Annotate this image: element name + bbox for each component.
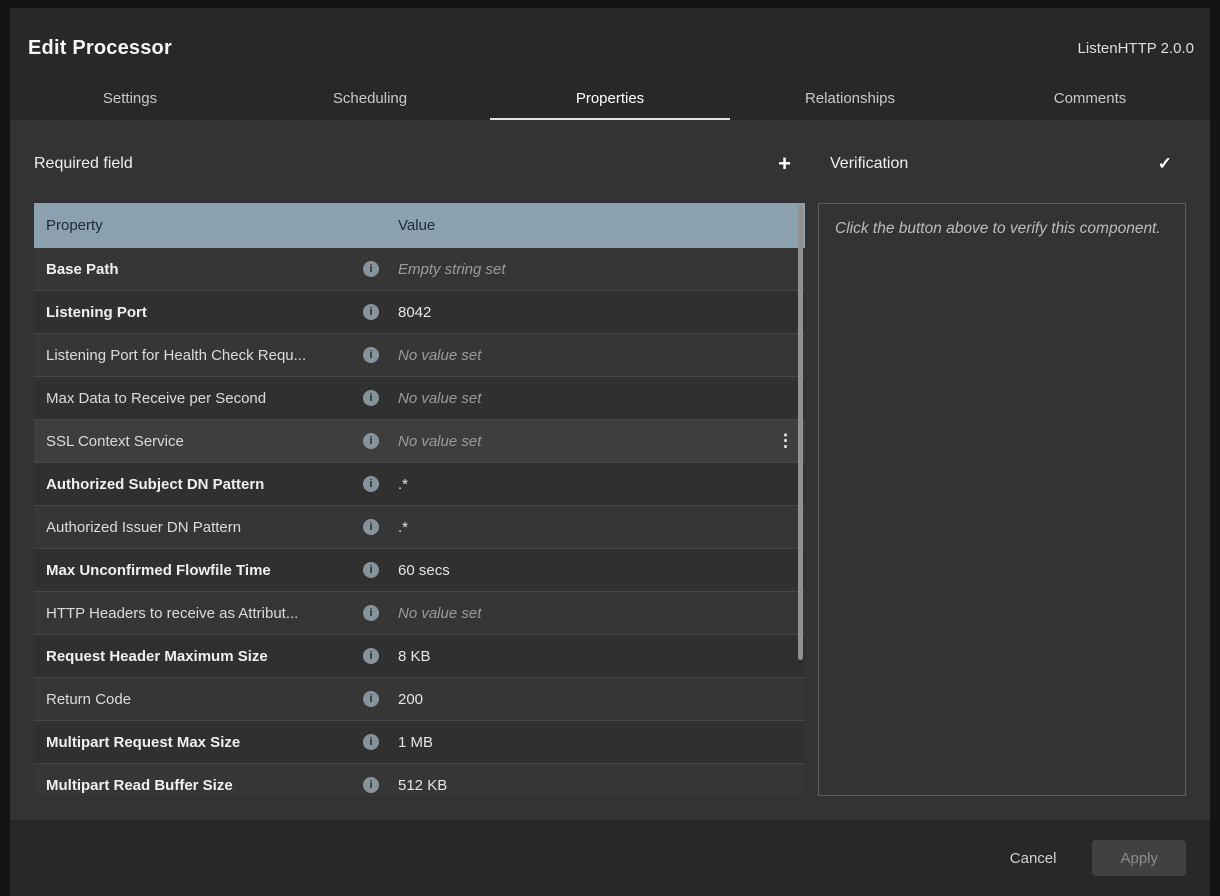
property-row[interactable]: Max Data to Receive per Secondi No value …: [34, 377, 805, 420]
property-row[interactable]: Request Header Maximum Sizei 8 KB: [34, 635, 805, 678]
property-row[interactable]: Multipart Read Buffer Sizei 512 KB: [34, 764, 805, 796]
property-name: SSL Context Service: [46, 433, 363, 450]
verification-label: Verification: [830, 155, 908, 173]
property-row[interactable]: Authorized Issuer DN Patterni .*: [34, 506, 805, 549]
dialog-header: Edit Processor ListenHTTP 2.0.0 Settings…: [10, 8, 1210, 120]
cancel-button[interactable]: Cancel: [1004, 849, 1063, 868]
property-value[interactable]: Empty string set: [398, 261, 793, 278]
property-row[interactable]: Authorized Subject DN Patterni .*: [34, 463, 805, 506]
tab-bar: SettingsSchedulingPropertiesRelationship…: [10, 78, 1210, 120]
tab-settings[interactable]: Settings: [10, 78, 250, 120]
property-row[interactable]: Return Codei 200: [34, 678, 805, 721]
dialog-footer: Cancel Apply: [10, 820, 1210, 896]
tab-properties[interactable]: Properties: [490, 78, 730, 120]
tab-comments[interactable]: Comments: [970, 78, 1210, 120]
property-value[interactable]: No value set: [398, 605, 793, 622]
tab-relationships[interactable]: Relationships: [730, 78, 970, 120]
verification-section-header: Verification ✓: [818, 144, 1186, 184]
properties-table-header: Property Value: [34, 203, 805, 248]
property-row[interactable]: SSL Context Servicei No value set⋮: [34, 420, 805, 463]
dialog-body: Required field + Property Value Base Pat…: [10, 120, 1210, 820]
property-row[interactable]: Max Unconfirmed Flowfile Timei 60 secs: [34, 549, 805, 592]
property-row[interactable]: Listening Port for Health Check Requ...i…: [34, 334, 805, 377]
verification-panel: Click the button above to verify this co…: [818, 203, 1186, 796]
info-icon: i: [363, 433, 379, 449]
tab-scheduling[interactable]: Scheduling: [250, 78, 490, 120]
property-row[interactable]: Listening Porti 8042: [34, 291, 805, 334]
info-icon: i: [363, 691, 379, 707]
processor-version: ListenHTTP 2.0.0: [1078, 40, 1194, 57]
property-value[interactable]: No value set: [398, 390, 793, 407]
property-name: Request Header Maximum Size: [46, 648, 363, 665]
property-value[interactable]: .*: [398, 476, 793, 493]
property-name: Authorized Issuer DN Pattern: [46, 519, 363, 536]
property-name: Listening Port for Health Check Requ...: [46, 347, 363, 364]
info-icon: i: [363, 261, 379, 277]
info-icon: i: [363, 347, 379, 363]
dialog-title: Edit Processor: [28, 37, 172, 60]
column-header-property: Property: [46, 217, 398, 234]
apply-button[interactable]: Apply: [1092, 840, 1186, 876]
property-name: Return Code: [46, 691, 363, 708]
property-name: HTTP Headers to receive as Attribut...: [46, 605, 363, 622]
property-name: Max Unconfirmed Flowfile Time: [46, 562, 363, 579]
property-name: Authorized Subject DN Pattern: [46, 476, 363, 493]
verification-section: Verification ✓ Click the button above to…: [818, 144, 1186, 796]
more-options-icon[interactable]: ⋮: [777, 431, 793, 451]
property-value[interactable]: No value set: [398, 347, 793, 364]
property-value[interactable]: 60 secs: [398, 562, 793, 579]
property-value[interactable]: .*: [398, 519, 793, 536]
column-header-value: Value: [398, 217, 793, 234]
info-icon: i: [363, 648, 379, 664]
properties-table: Property Value Base PathiEmpty string se…: [34, 203, 805, 796]
info-icon: i: [363, 304, 379, 320]
property-value[interactable]: 8 KB: [398, 648, 793, 665]
scrollbar-thumb[interactable]: [798, 205, 803, 660]
properties-table-body: Base PathiEmpty string setListening Port…: [34, 248, 805, 796]
property-row[interactable]: Base Pathi Empty string set: [34, 248, 805, 291]
info-icon: i: [363, 777, 379, 793]
edit-processor-dialog: Edit Processor ListenHTTP 2.0.0 Settings…: [10, 8, 1210, 896]
property-row[interactable]: HTTP Headers to receive as Attribut...i N…: [34, 592, 805, 635]
property-value[interactable]: 8042: [398, 304, 793, 321]
info-icon: i: [363, 390, 379, 406]
properties-section-header: Required field +: [34, 144, 805, 184]
property-value[interactable]: 1 MB: [398, 734, 793, 751]
property-name: Multipart Request Max Size: [46, 734, 363, 751]
verify-check-icon[interactable]: ✓: [1158, 154, 1172, 174]
required-field-label: Required field: [34, 155, 133, 173]
info-icon: i: [363, 734, 379, 750]
property-name: Base Path: [46, 261, 363, 278]
property-value[interactable]: No value set: [398, 433, 777, 450]
title-row: Edit Processor ListenHTTP 2.0.0: [10, 8, 1210, 78]
info-icon: i: [363, 519, 379, 535]
verification-message: Click the button above to verify this co…: [835, 220, 1161, 237]
property-row[interactable]: Multipart Request Max Sizei 1 MB: [34, 721, 805, 764]
property-name: Multipart Read Buffer Size: [46, 777, 363, 794]
add-property-icon[interactable]: +: [778, 153, 791, 175]
property-name: Max Data to Receive per Second: [46, 390, 363, 407]
info-icon: i: [363, 476, 379, 492]
property-name: Listening Port: [46, 304, 363, 321]
info-icon: i: [363, 562, 379, 578]
property-value[interactable]: 200: [398, 691, 793, 708]
property-value[interactable]: 512 KB: [398, 777, 793, 794]
properties-section: Required field + Property Value Base Pat…: [34, 144, 805, 796]
info-icon: i: [363, 605, 379, 621]
